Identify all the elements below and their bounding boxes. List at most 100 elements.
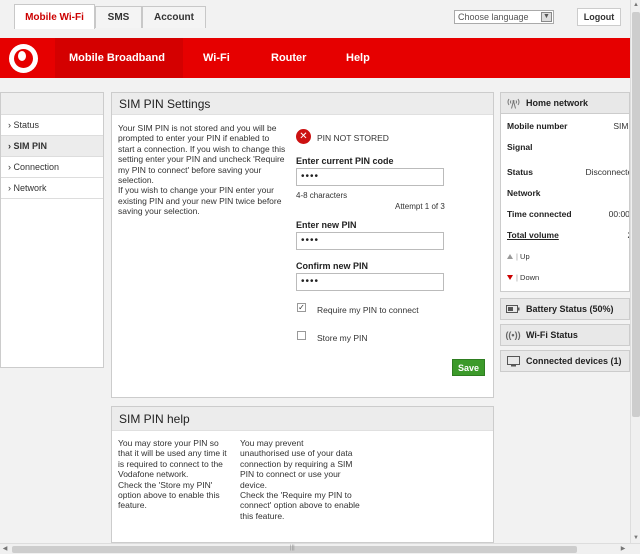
nav-router[interactable]: Router xyxy=(271,38,306,78)
help-line: connect' option above to enable xyxy=(240,500,360,511)
help-line: You may store your PIN so xyxy=(118,438,219,448)
description-line: prompted to enter your PIN if enabled to xyxy=(118,133,270,144)
up-arrow-icon xyxy=(507,254,513,259)
info-row-status: Status Disconnected xyxy=(507,167,629,181)
sidebar-item-connection[interactable]: › Connection xyxy=(1,157,103,178)
sim-pin-help-panel: SIM PIN help You may store your PIN so t… xyxy=(111,406,494,543)
sim-pin-settings-title: SIM PIN Settings xyxy=(112,93,493,115)
require-pin-checkbox[interactable]: ✓ xyxy=(297,303,306,312)
connected-devices-title: Connected devices (1) xyxy=(526,356,622,366)
info-row-network: Network xyxy=(507,188,629,202)
main-nav: Mobile Broadband Wi-Fi Router Help xyxy=(0,38,630,78)
status-sidebar: Home network Mobile number SIM N Signal … xyxy=(500,92,630,375)
help-line: You may prevent xyxy=(240,438,304,448)
pin-status-text: PIN NOT STORED xyxy=(317,133,389,143)
info-row-mobile-number: Mobile number SIM N xyxy=(507,121,629,135)
sim-pin-settings-panel: SIM PIN Settings Your SIM PIN is not sto… xyxy=(111,92,494,398)
help-line: Check the 'Require my PIN to xyxy=(240,490,352,501)
help-line: option above to enable this xyxy=(118,490,220,501)
sim-pin-description: Your SIM PIN is not stored and you will … xyxy=(118,123,293,217)
store-pin-checkbox[interactable] xyxy=(297,331,306,340)
help-line: that it will be used any time it xyxy=(118,448,227,459)
logout-button[interactable]: Logout xyxy=(577,8,621,26)
confirm-pin-input[interactable]: •••• xyxy=(296,273,444,291)
tab-mobile-wifi[interactable]: Mobile Wi-Fi xyxy=(14,4,95,29)
battery-status-title: Battery Status (50%) xyxy=(526,304,614,314)
error-x-icon: ✕ xyxy=(296,129,311,144)
help-line: this feature. xyxy=(240,510,285,521)
sidebar-item-status[interactable]: › Status xyxy=(1,115,103,136)
down-arrow-icon xyxy=(507,275,513,280)
current-pin-label: Enter current PIN code xyxy=(296,156,394,166)
attempt-counter: Attempt 1 of 3 xyxy=(395,202,445,211)
vodafone-logo[interactable] xyxy=(9,44,38,73)
top-bar: Mobile Wi-Fi SMS Account Choose language… xyxy=(0,0,630,30)
scroll-left-icon[interactable]: ◀ xyxy=(0,544,10,554)
sidebar-item-sim-pin[interactable]: › SIM PIN xyxy=(1,136,103,157)
connected-devices-header[interactable]: Connected devices (1) xyxy=(500,350,630,372)
tab-account[interactable]: Account xyxy=(142,6,206,28)
description-line: saving your selection. xyxy=(118,206,200,217)
tab-sms[interactable]: SMS xyxy=(95,6,142,28)
help-line: device. xyxy=(240,479,267,490)
info-row-total-volume: Total volume 21 xyxy=(507,230,629,244)
help-line: unauthorised use of your data xyxy=(240,448,353,459)
wifi-status-header[interactable]: ((•)) Wi-Fi Status xyxy=(500,324,630,346)
save-button[interactable]: Save xyxy=(452,359,485,376)
current-pin-input[interactable]: •••• xyxy=(296,168,444,186)
chevron-down-icon[interactable]: ▼ xyxy=(541,12,552,22)
description-line: If you wish to change your PIN enter you… xyxy=(118,185,274,196)
wifi-status-title: Wi-Fi Status xyxy=(526,330,578,340)
battery-status-header[interactable]: Battery Status (50%) xyxy=(500,298,630,320)
language-select[interactable]: Choose language ▼ xyxy=(454,10,554,24)
sidebar-item-network[interactable]: › Network xyxy=(1,178,103,199)
info-key: Time connected xyxy=(507,209,572,219)
description-line: start a connection. If you wish to chang… xyxy=(118,143,286,154)
info-value: 00:00:0 xyxy=(608,209,630,219)
wifi-icon: ((•)) xyxy=(505,330,521,340)
store-pin-label: Store my PIN xyxy=(317,333,368,343)
help-line: PIN to connect or use your xyxy=(240,469,341,480)
new-pin-input[interactable]: •••• xyxy=(296,232,444,250)
info-key: Status xyxy=(507,167,533,177)
sidebar-header xyxy=(1,93,103,115)
help-column-require: You may prevent unauthorised use of your… xyxy=(240,438,375,521)
help-column-store: You may store your PIN so that it will b… xyxy=(118,438,233,511)
nav-mobile-broadband[interactable]: Mobile Broadband xyxy=(55,38,183,78)
sidebar: › Status › SIM PIN › Connection › Networ… xyxy=(0,92,104,368)
info-value: SIM N xyxy=(613,121,629,131)
scroll-grip-icon: ||| xyxy=(290,545,295,551)
sim-pin-help-title: SIM PIN help xyxy=(112,407,493,431)
total-volume-link[interactable]: Total volume xyxy=(507,230,559,240)
info-key: Network xyxy=(507,188,541,198)
help-line: Vodafone network. xyxy=(118,469,189,480)
vertical-scrollbar[interactable]: ▲ ▼ xyxy=(630,0,640,543)
home-network-title: Home network xyxy=(526,98,589,108)
horizontal-scrollbar[interactable]: ◀ ||| ▶ xyxy=(0,543,640,554)
scroll-right-icon[interactable]: ▶ xyxy=(618,544,628,554)
description-line: my PIN to connect' before saving your xyxy=(118,164,262,175)
upload-label: Up xyxy=(520,252,530,261)
help-line: Check the 'Store my PIN' xyxy=(118,479,213,490)
help-line: feature. xyxy=(118,500,147,511)
scroll-up-icon[interactable]: ▲ xyxy=(631,0,640,10)
description-line: selection. xyxy=(118,175,154,186)
vertical-scroll-thumb[interactable] xyxy=(632,12,640,417)
home-network-body: Mobile number SIM N Signal Status Discon… xyxy=(500,114,630,292)
pin-length-hint: 4-8 characters xyxy=(296,191,348,200)
nav-help[interactable]: Help xyxy=(346,38,370,78)
description-line: existing PIN and your new PIN twice befo… xyxy=(118,195,282,206)
help-line: connection by requiring a SIM xyxy=(240,458,353,469)
download-indicator: | Down xyxy=(507,273,629,287)
home-network-header[interactable]: Home network xyxy=(500,92,630,114)
help-line: is required to connect to the xyxy=(118,458,223,469)
description-line: setting enter your PIN and uncheck 'Requ… xyxy=(118,154,285,165)
antenna-icon xyxy=(506,97,520,109)
new-pin-label: Enter new PIN xyxy=(296,220,357,230)
download-label: Down xyxy=(520,273,540,282)
scroll-down-icon[interactable]: ▼ xyxy=(631,533,640,543)
info-key: Mobile number xyxy=(507,121,568,131)
require-pin-label: Require my PIN to connect xyxy=(317,305,419,315)
info-row-signal: Signal xyxy=(507,142,629,156)
nav-wifi[interactable]: Wi-Fi xyxy=(203,38,230,78)
